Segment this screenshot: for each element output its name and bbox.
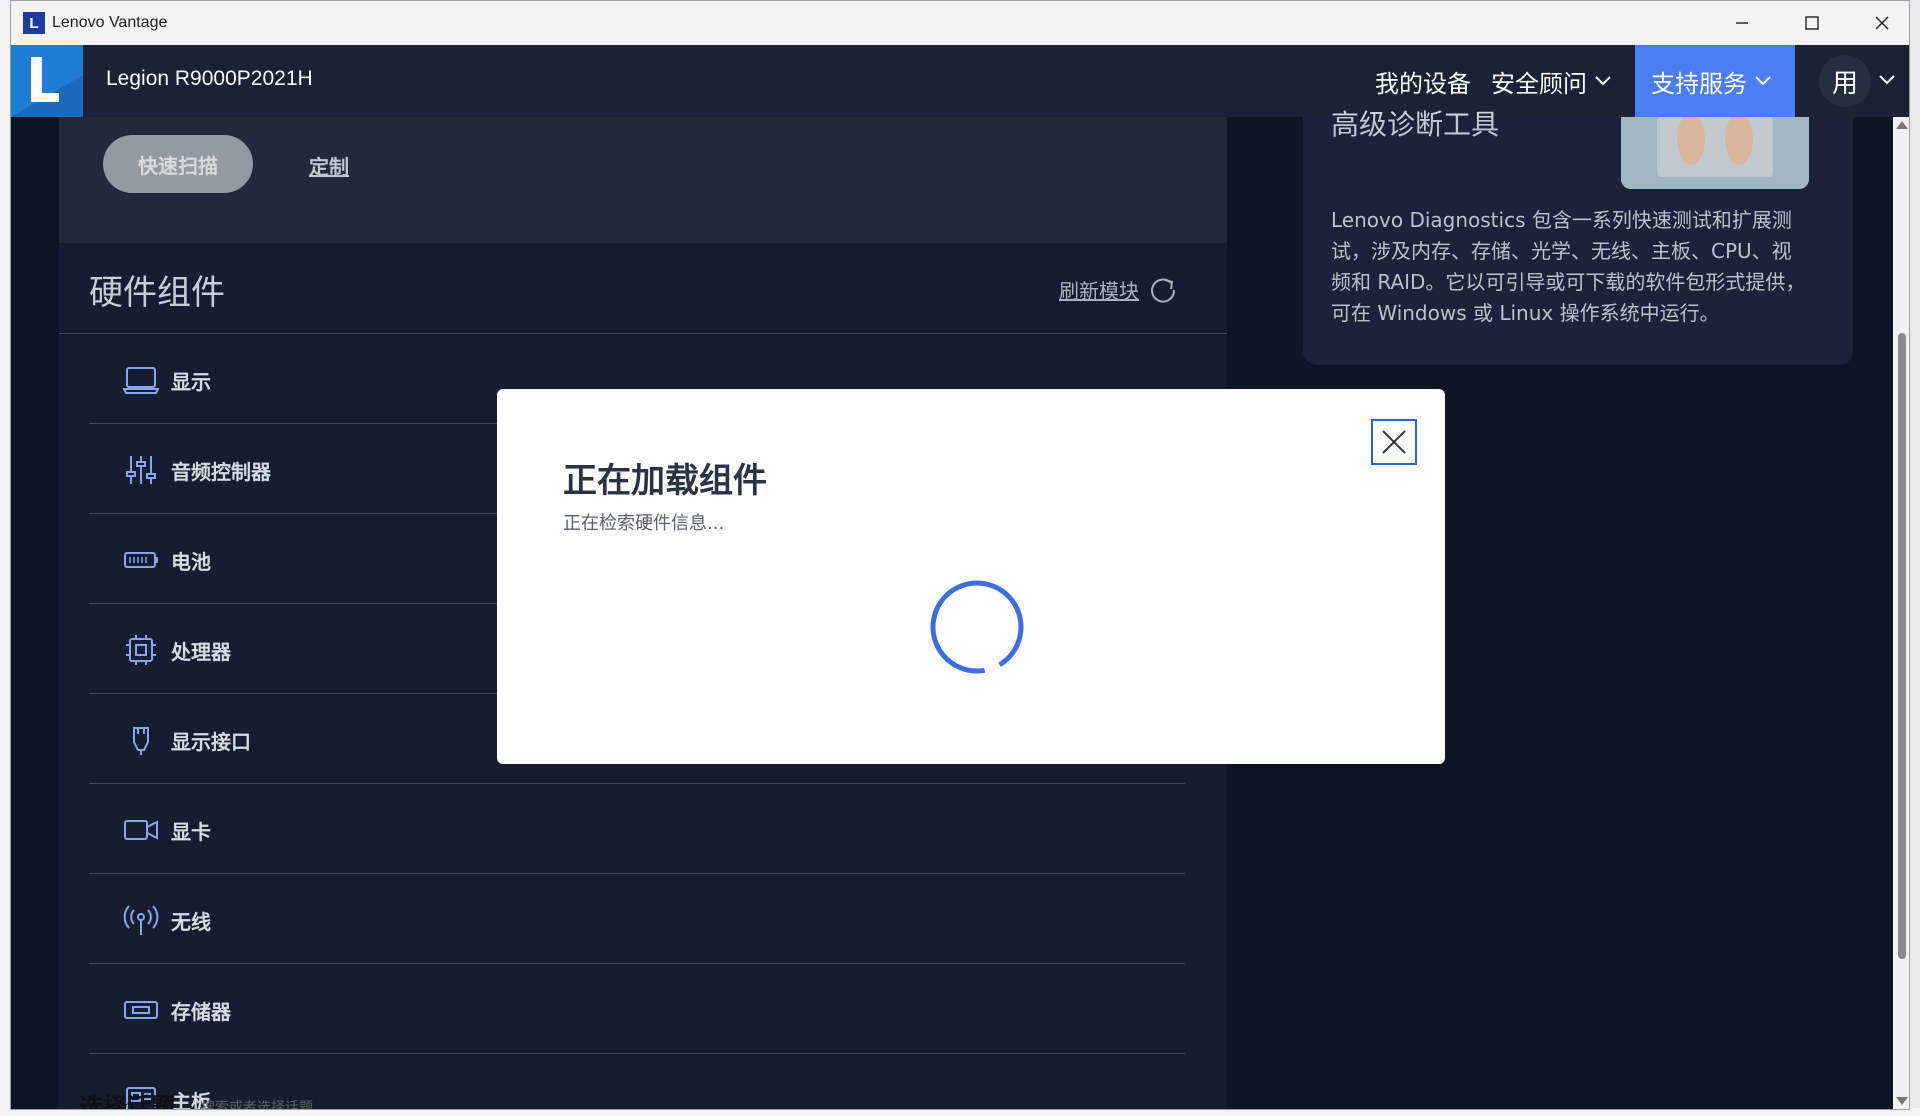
page-scrollbar[interactable] [1893,117,1909,1109]
scroll-up-arrow-icon[interactable] [1896,121,1908,129]
lenovo-logo[interactable] [11,45,83,117]
nav-security-advisor[interactable]: 安全顾问 [1491,45,1613,117]
maximize-icon [1805,16,1819,30]
chevron-down-icon [1595,76,1611,86]
nav-label: 我的设备 [1375,69,1471,98]
close-window-button[interactable] [1847,1,1909,45]
device-name: Legion R9000P2021H [106,67,313,90]
window-title: Lenovo Vantage [52,14,168,31]
nav-label: 支持服务 [1651,69,1747,98]
minimize-button[interactable] [1707,1,1777,45]
close-icon [1875,16,1889,30]
minimize-icon [1736,22,1748,24]
scrollbar-thumb[interactable] [1898,333,1906,959]
user-avatar[interactable]: 用 [1819,55,1871,107]
nav-support-services[interactable]: 支持服务 [1635,45,1795,117]
scroll-down-arrow-icon[interactable] [1896,1097,1908,1105]
loading-spinner-icon [930,580,1024,674]
dialog-close-button[interactable] [1371,419,1417,465]
user-menu-chevron-icon[interactable] [1877,73,1897,87]
dialog-subtitle: 正在检索硬件信息... [563,513,725,534]
maximize-button[interactable] [1777,1,1847,45]
app-header: Legion R9000P2021H 我的设备 安全顾问 支持服务 用 [11,45,1909,117]
dialog-title: 正在加载组件 [563,461,767,501]
lenovo-l-icon [11,45,83,117]
app-window: L Lenovo Vantage Legion R9000P2021H 我的设备… [10,0,1910,1110]
title-bar: L Lenovo Vantage [11,1,1909,45]
close-icon [1382,430,1406,454]
chevron-down-icon [1755,76,1771,86]
nav-label: 安全顾问 [1491,69,1587,98]
loading-dialog: 正在加载组件 正在检索硬件信息... [497,389,1445,764]
app-logo-icon: L [23,12,45,34]
